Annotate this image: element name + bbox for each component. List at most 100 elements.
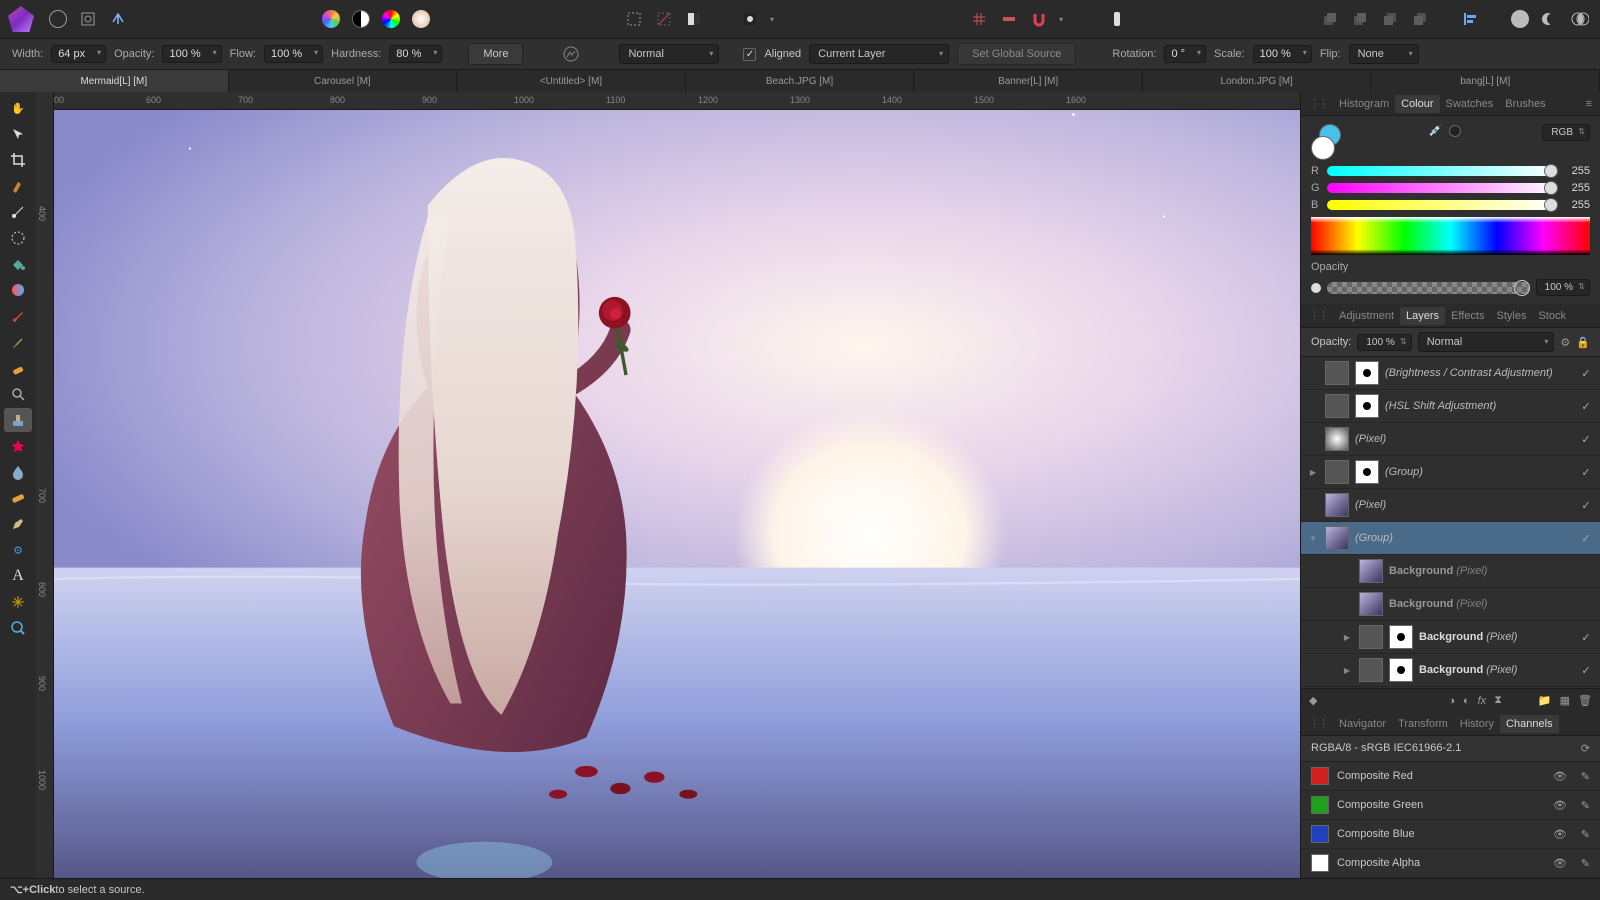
heal-tool-icon[interactable] [4,434,32,458]
soft-proof-icon[interactable] [409,7,433,31]
colour-mode-select[interactable]: RGB [1542,124,1590,141]
panel-tab[interactable]: Styles [1491,307,1533,325]
pen-tool-icon[interactable] [4,512,32,536]
r-slider[interactable] [1327,166,1556,176]
gradient-tool-icon[interactable] [4,278,32,302]
drag-handle-icon[interactable]: ⋮⋮ [1309,717,1327,730]
add-layer-icon[interactable]: ▦ [1560,694,1570,707]
panel-tab[interactable]: Navigator [1333,715,1392,733]
move-tool-icon[interactable] [4,122,32,146]
channel-edit-icon[interactable]: ✎ [1581,799,1590,812]
layer-row[interactable]: ▶(Group)✓ [1301,456,1600,489]
layer-row[interactable]: ▼(Group)✓ [1301,522,1600,555]
layer-row[interactable]: ▶Background (Pixel)✓ [1301,621,1600,654]
channel-row[interactable]: Composite Blue👁✎ [1301,820,1600,849]
expand-caret-icon[interactable]: ▼ [1307,534,1319,543]
subtract-op-icon[interactable] [1538,7,1562,31]
panel-tab[interactable]: Layers [1400,307,1445,325]
channel-visible-icon[interactable]: 👁 [1553,799,1567,812]
opacity-field[interactable]: 100 % [162,45,221,63]
layer-row[interactable]: (Pixel)✓ [1301,489,1600,522]
channel-visible-icon[interactable]: 👁 [1553,770,1567,783]
persona-export-icon[interactable] [106,7,130,31]
panel-tab[interactable]: Brushes [1499,95,1551,113]
channel-visible-icon[interactable]: 👁 [1553,828,1567,841]
colour-spectrum[interactable] [1311,217,1590,255]
view-tool-icon[interactable] [4,616,32,640]
layer-row[interactable]: (HSL Shift Adjustment)✓ [1301,390,1600,423]
expand-caret-icon[interactable]: ▶ [1341,633,1353,642]
channel-row[interactable]: Composite Green👁✎ [1301,791,1600,820]
panel-tab[interactable]: Swatches [1440,95,1500,113]
align-icon[interactable] [1458,7,1482,31]
opacity-value[interactable]: 100 % [1536,279,1590,296]
opacity-slider[interactable] [1327,282,1530,294]
group-layer-icon[interactable]: 📁 [1538,694,1552,707]
document-tab[interactable]: bang[L] [M] [1371,70,1600,92]
more-button[interactable]: More [468,43,523,65]
marquee-rect-icon[interactable] [622,7,646,31]
b-slider[interactable] [1327,200,1556,210]
pan-tool-icon[interactable]: ✋ [4,96,32,120]
document-tab[interactable]: Mermaid[L] [M] [0,70,229,92]
flood-fill-icon[interactable] [4,252,32,276]
front-colour-swatch[interactable] [1311,136,1335,160]
panel-tab[interactable]: Channels [1500,715,1558,733]
layer-row[interactable]: (Pixel)✓ [1301,423,1600,456]
mask-layer-icon[interactable]: ◑ [1448,695,1455,707]
layer-visible-toggle[interactable]: ✓ [1578,466,1594,479]
text-tool-icon[interactable]: A [4,564,32,588]
drag-handle-icon[interactable]: ⋮⋮ [1309,97,1327,110]
panel-tab[interactable]: Transform [1392,715,1454,733]
document-tab[interactable]: London.JPG [M] [1143,70,1372,92]
fx-layer-icon[interactable]: fx [1478,695,1487,707]
layer-blend-select[interactable]: Normal [1418,332,1555,352]
rotation-field[interactable]: 0 ° [1164,45,1206,63]
layer-opacity-field[interactable]: 100 % [1357,334,1411,351]
colour-wheel-icon[interactable] [379,7,403,31]
stabilizer-icon[interactable] [559,42,583,66]
layer-lock-icon[interactable]: 🔒 [1576,336,1590,349]
arrange-front-icon[interactable] [1408,7,1432,31]
panel-menu-icon[interactable]: ≡ [1586,98,1592,110]
grid-snap-icon[interactable] [967,7,991,31]
arrange-backward-icon[interactable] [1348,7,1372,31]
layer-visible-toggle[interactable]: ✓ [1578,367,1594,380]
assistant-icon[interactable] [1105,7,1129,31]
patch-tool-icon[interactable] [4,486,32,510]
panel-tab[interactable]: Adjustment [1333,307,1400,325]
bw-contrast-icon[interactable] [349,7,373,31]
stamp-tool-icon[interactable] [4,330,32,354]
ruler-vertical[interactable]: 4007008009001000 [36,92,54,878]
reset-channels-icon[interactable]: ⟳ [1581,742,1590,755]
expand-caret-icon[interactable]: ▶ [1341,666,1353,675]
g-value[interactable]: 255 [1562,182,1590,194]
drag-handle-icon[interactable]: ⋮⋮ [1309,309,1327,322]
panel-tab[interactable]: Colour [1395,95,1439,113]
channel-edit-icon[interactable]: ✎ [1581,770,1590,783]
r-value[interactable]: 255 [1562,165,1590,177]
persona-develop-icon[interactable] [76,7,100,31]
arrange-back-icon[interactable] [1318,7,1342,31]
channel-edit-icon[interactable]: ✎ [1581,857,1590,870]
marquee-diag-icon[interactable] [652,7,676,31]
layer-visible-toggle[interactable]: ✓ [1578,631,1594,644]
layer-settings-cog-icon[interactable]: ⚙ [1560,336,1570,349]
panel-tab[interactable]: Histogram [1333,95,1395,113]
clone-tool-icon[interactable] [4,408,32,432]
layer-visible-toggle[interactable]: ✓ [1578,400,1594,413]
paint-brush-icon[interactable] [4,304,32,328]
canvas[interactable] [54,110,1300,878]
sample-colour-icon[interactable] [1449,125,1461,137]
intersect-op-icon[interactable] [1568,7,1592,31]
expand-caret-icon[interactable]: ▶ [1307,468,1319,477]
panel-tab[interactable]: Stock [1532,307,1572,325]
aligned-checkbox[interactable] [743,48,756,61]
marquee-tool-icon[interactable] [4,200,32,224]
blendmode-select[interactable]: Normal [619,44,719,64]
width-field[interactable]: 64 px [51,45,106,63]
delete-layer-icon[interactable]: 🗑 [1578,694,1592,707]
shape-tool-icon[interactable] [4,226,32,250]
ruler-horizontal[interactable]: 0060070080090010001100120013001400150016… [54,92,1300,110]
persona-liquify-icon[interactable] [46,7,70,31]
